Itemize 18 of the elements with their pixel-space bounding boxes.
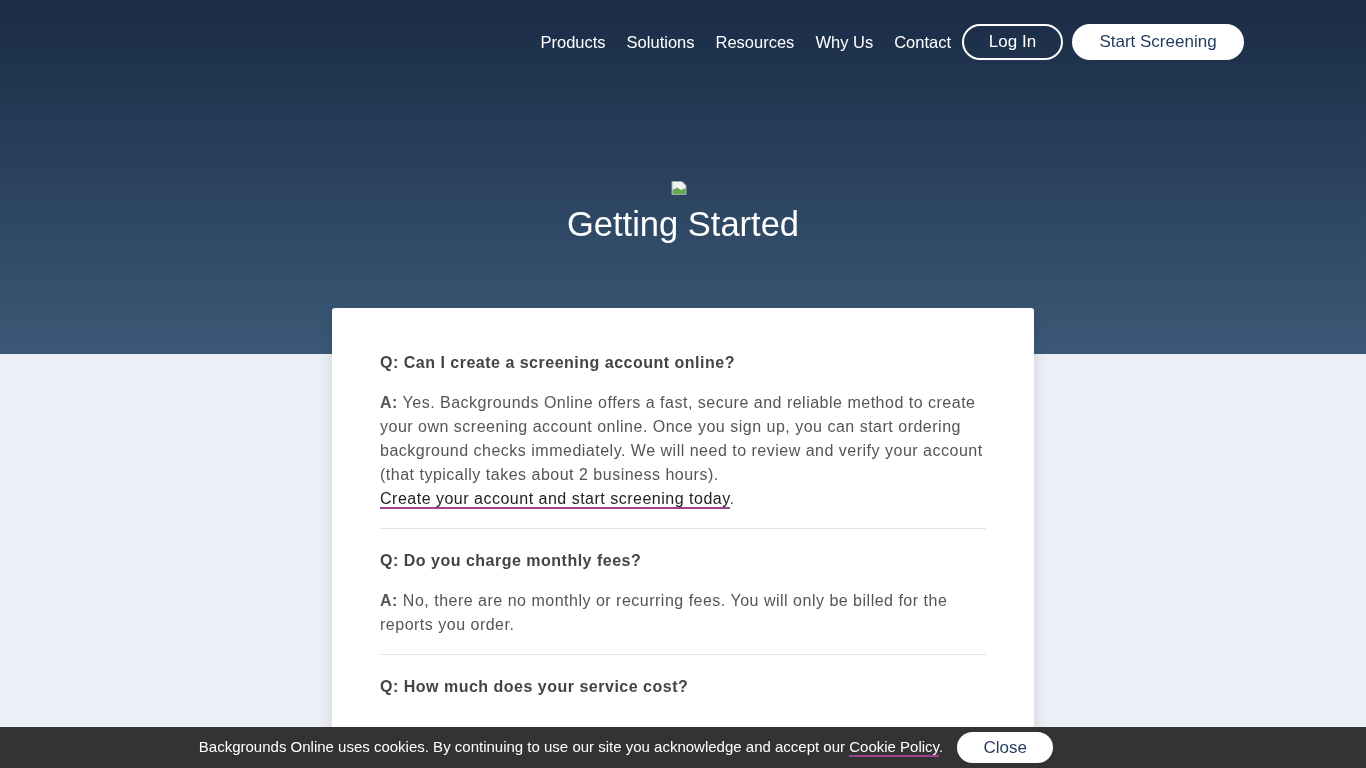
faq-question: Q: Do you charge monthly fees? — [380, 551, 643, 571]
nav-link[interactable]: Products — [540, 32, 606, 52]
nav-link[interactable]: Contact — [894, 32, 951, 52]
faq-link[interactable]: Create your account and start screening today — [380, 490, 730, 509]
nav-link[interactable]: Why Us — [815, 32, 874, 52]
start-screening-button[interactable]: Start Screening — [1072, 24, 1244, 60]
broken-image-icon — [670, 181, 687, 195]
page-title: Getting Started — [566, 204, 800, 245]
cookie-notice: Backgrounds Online uses cookies. By continuing to use our site you acknowledge and accept our Cookie Policy. — [198, 737, 944, 759]
close-button[interactable]: Close — [957, 732, 1054, 763]
faq-answer: A: No, there are no monthly or recurring fees. You will only be billed for the reports you order. — [380, 591, 949, 635]
cookie-policy-link[interactable]: Cookie Policy — [849, 738, 939, 758]
faq-question: Q: Can I create a screening account online? — [380, 353, 736, 373]
faq-question: Q: How much does your service cost? — [380, 677, 690, 697]
login-button[interactable]: Log In — [962, 24, 1063, 60]
faq-answer: A: Yes. Backgrounds Online offers a fast, secure and reliable method to create your own screening account online. Once you sign up, you can start ordering background checks immediately. We will need to review and verify your account (that typically takes about 2 business hours). Create your account and start screening today. — [380, 393, 984, 511]
nav-link[interactable]: Resources — [715, 32, 795, 52]
nav-link[interactable]: Solutions — [626, 32, 695, 52]
